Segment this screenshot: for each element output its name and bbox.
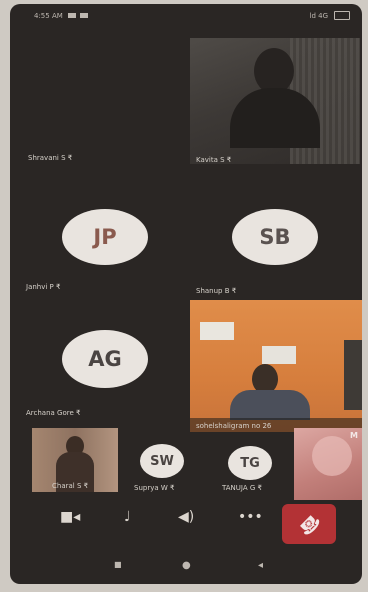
- battery-icon: [334, 11, 350, 20]
- participant-name: Janhvi P ₹: [26, 283, 61, 291]
- blurred-background-shape: [312, 436, 352, 476]
- nav-back-button[interactable]: ◂: [258, 560, 263, 571]
- self-video-preview[interactable]: M: [294, 428, 362, 500]
- doorway: [344, 340, 362, 410]
- participant-name: Shanup B ₹: [196, 287, 237, 295]
- end-call-button[interactable]: ☎: [282, 504, 336, 544]
- participant-name: TANUJA G ₹: [222, 484, 262, 492]
- avatar-suprya[interactable]: SW: [140, 444, 184, 478]
- avatar-janhvi[interactable]: JP: [62, 209, 148, 265]
- video-toggle-icon[interactable]: ■◂: [60, 509, 80, 525]
- nav-home-button[interactable]: ●: [182, 560, 191, 571]
- participant-name: sohelshaligram no 26: [196, 422, 272, 430]
- wall-poster: [200, 322, 234, 340]
- participant-name: Charal S ₹: [52, 482, 89, 490]
- notification-icon: [80, 13, 88, 18]
- participant-tile-shravani[interactable]: Shravani S ₹: [16, 34, 188, 162]
- notification-icon: [68, 13, 76, 18]
- status-time: 4:55 AM: [34, 12, 63, 20]
- participant-name: Kavita S ₹: [196, 156, 232, 164]
- participant-name: Suprya W ₹: [134, 484, 175, 492]
- phone-hangup-icon: ☎: [293, 508, 325, 540]
- participant-name: Archana Gore ₹: [26, 409, 81, 417]
- nav-recent-button[interactable]: ■: [114, 560, 122, 569]
- participant-video-kavita[interactable]: [190, 38, 360, 164]
- speaker-icon[interactable]: ◀): [178, 509, 194, 525]
- avatar-tanuja[interactable]: TG: [228, 446, 272, 480]
- mic-toggle-icon[interactable]: ♩: [124, 509, 131, 525]
- status-bar: 4:55 AM ld 4G: [10, 4, 362, 26]
- participant-video-charal[interactable]: Charal S ₹: [32, 428, 118, 492]
- phone-screen: 4:55 AM ld 4G Shravani S ₹ Kavita S ₹ JP…: [10, 4, 362, 584]
- participant-name: Shravani S ₹: [28, 154, 73, 162]
- more-options-icon[interactable]: •••: [238, 509, 263, 525]
- avatar-shanup[interactable]: SB: [232, 209, 318, 265]
- app-logo: M: [350, 431, 358, 440]
- person-silhouette: [230, 390, 310, 420]
- participant-video-room[interactable]: sohelshaligram no 26: [190, 300, 362, 432]
- wall-poster: [262, 346, 296, 364]
- network-indicator: ld 4G: [309, 12, 329, 20]
- avatar-archana[interactable]: AG: [62, 330, 148, 388]
